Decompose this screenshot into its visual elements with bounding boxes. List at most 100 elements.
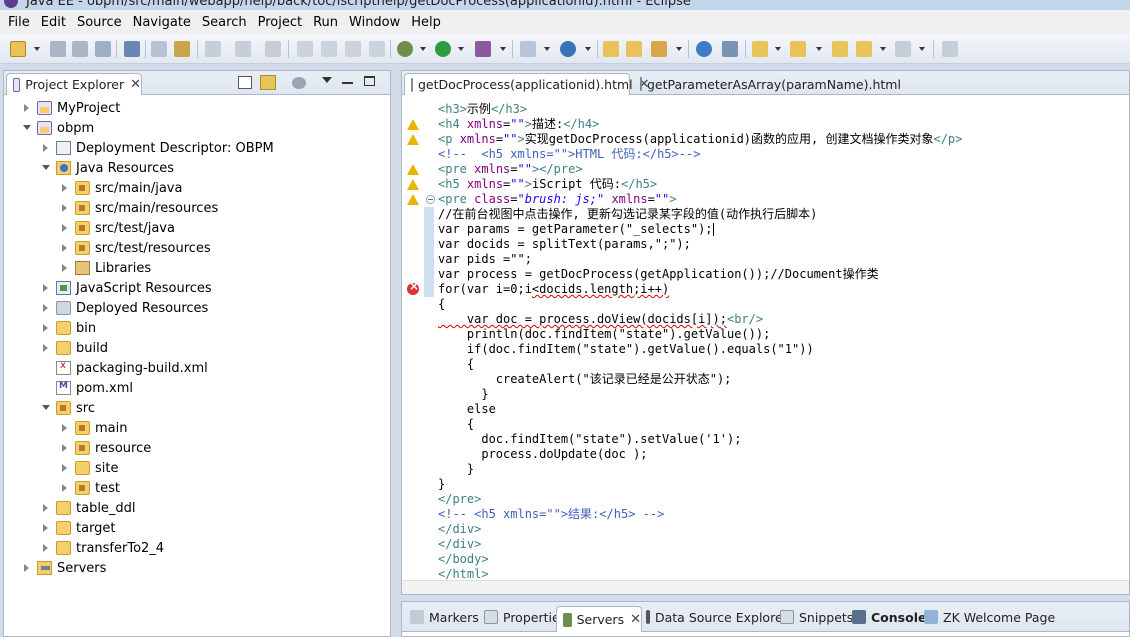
code-line[interactable]: //在前台视图中点击操作, 更新勾选记录某字段的值(动作执行后脚本)	[438, 207, 817, 222]
code-line[interactable]: process.doUpdate(doc );	[438, 447, 647, 462]
new-web-service-icon[interactable]	[560, 41, 576, 57]
code-line[interactable]: <h4 xmlns="">描述:</h4>	[438, 117, 599, 132]
search-dropdown-icon[interactable]	[676, 47, 682, 51]
resume-icon[interactable]	[297, 41, 313, 57]
collapsed-arrow-icon[interactable]	[21, 102, 33, 114]
tree-item[interactable]: obpm	[21, 118, 94, 138]
menu-file[interactable]: File	[4, 15, 37, 30]
back-icon[interactable]	[856, 41, 872, 57]
error-icon[interactable]	[407, 279, 419, 295]
tree-item[interactable]: test	[59, 478, 120, 498]
tab-zk-welcome[interactable]: ZK Welcome Page	[918, 606, 1055, 628]
code-line[interactable]: if(doc.findItem("state").getValue().equa…	[438, 342, 814, 357]
skip-breakpoints-icon[interactable]	[124, 41, 140, 57]
code-line[interactable]: <h5 xmlns="">iScript 代码:</h5>	[438, 177, 657, 192]
new-server-icon[interactable]	[520, 41, 536, 57]
tab-getdocprocess-html[interactable]: getDocProcess(applicationid).html ✕	[404, 73, 650, 95]
print-icon[interactable]	[95, 41, 111, 57]
pin-editor-icon[interactable]	[942, 41, 958, 57]
code-line[interactable]: <!-- <h5 xmlns="">结果:</h5> -->	[438, 507, 664, 522]
tree-item[interactable]: build	[40, 338, 108, 358]
code-line[interactable]: <!-- <h5 xmlns="">HTML 代码:</h5>-->	[438, 147, 700, 162]
collapsed-arrow-icon[interactable]	[59, 482, 71, 494]
tab-snippets[interactable]: Snippets	[774, 606, 853, 628]
tree-item[interactable]: transferTo2_4	[40, 538, 164, 558]
expanded-arrow-icon[interactable]	[40, 162, 52, 174]
tree-item[interactable]: JavaScript Resources	[40, 278, 212, 298]
browser-icon[interactable]	[696, 41, 712, 57]
menu-help[interactable]: Help	[407, 15, 448, 30]
code-line[interactable]: else	[438, 402, 496, 417]
tree-item[interactable]: src/main/resources	[59, 198, 218, 218]
step-icon[interactable]	[265, 41, 281, 57]
code-line[interactable]: var process = getDocProcess(getApplicati…	[438, 267, 879, 282]
filter-icon[interactable]	[292, 77, 306, 89]
code-line[interactable]: var pids ="";	[438, 252, 532, 267]
new-icon[interactable]	[10, 41, 26, 57]
warning-icon[interactable]	[407, 164, 419, 175]
open-type-icon[interactable]	[603, 41, 619, 57]
disconnect-icon[interactable]	[369, 41, 385, 57]
tab-markers[interactable]: Markers	[404, 606, 479, 628]
maximize-icon[interactable]	[364, 76, 375, 86]
run-icon[interactable]	[435, 41, 451, 57]
menu-search[interactable]: Search	[198, 15, 254, 30]
back-dropdown-icon[interactable]	[880, 47, 886, 51]
code-line[interactable]: for(var i=0;i<docids.length;i++)	[438, 282, 669, 297]
collapsed-arrow-icon[interactable]	[59, 202, 71, 214]
external-tools-icon[interactable]	[475, 41, 491, 57]
tree-item[interactable]: packaging-build.xml	[40, 358, 208, 378]
code-line[interactable]: var doc = process.doView(docids[i]);<br/…	[438, 312, 763, 327]
code-area[interactable]: <h3>示例</h3> <h4 xmlns="">描述:</h4> <p xmlns…	[438, 96, 1129, 594]
tree-item[interactable]: target	[40, 518, 116, 538]
fold-collapse-icon[interactable]	[426, 195, 435, 204]
new-server-dropdown-icon[interactable]	[544, 47, 550, 51]
tree-item[interactable]: src/test/java	[59, 218, 175, 238]
code-line[interactable]: doc.findItem("state").setValue('1');	[438, 432, 741, 447]
suspend-icon[interactable]	[321, 41, 337, 57]
warning-icon[interactable]	[407, 134, 419, 145]
collapsed-arrow-icon[interactable]	[21, 562, 33, 574]
code-line[interactable]: }	[438, 477, 445, 492]
collapsed-arrow-icon[interactable]	[40, 142, 52, 154]
tree-item[interactable]: resource	[59, 438, 151, 458]
code-line[interactable]: createAlert("该记录已经是公开状态");	[438, 372, 732, 387]
collapsed-arrow-icon[interactable]	[40, 322, 52, 334]
code-line[interactable]: }	[438, 387, 488, 402]
previous-annotation-icon[interactable]	[790, 41, 806, 57]
tab-getparameterasarray-html[interactable]: getParameterAsArray(paramName).html	[634, 73, 901, 95]
tree-item[interactable]: Libraries	[59, 258, 151, 278]
last-edit-icon[interactable]	[832, 41, 848, 57]
warning-icon[interactable]	[407, 179, 419, 190]
collapsed-arrow-icon[interactable]	[40, 542, 52, 554]
warning-icon[interactable]	[407, 194, 419, 205]
collapsed-arrow-icon[interactable]	[59, 222, 71, 234]
tab-project-explorer[interactable]: Project Explorer ✕	[6, 73, 142, 95]
forward-dropdown-icon[interactable]	[919, 47, 925, 51]
run-dropdown-icon[interactable]	[458, 47, 464, 51]
collapsed-arrow-icon[interactable]	[59, 182, 71, 194]
redo-icon[interactable]	[235, 41, 251, 57]
collapsed-arrow-icon[interactable]	[40, 302, 52, 314]
tree-item[interactable]: Java Resources	[40, 158, 174, 178]
code-line[interactable]: {	[438, 297, 445, 312]
code-line[interactable]: <p xmlns="">实现getDocProcess(applicationi…	[438, 132, 962, 147]
code-line[interactable]: {	[438, 357, 474, 372]
undo-icon[interactable]	[205, 41, 221, 57]
next-annotation-dropdown-icon[interactable]	[775, 47, 781, 51]
task-icon[interactable]	[722, 41, 738, 57]
view-menu-icon[interactable]	[322, 77, 332, 83]
tree-item[interactable]: Servers	[21, 558, 106, 578]
toggle-mark-icon[interactable]	[151, 41, 167, 57]
tab-servers[interactable]: Servers ✕	[556, 606, 642, 632]
link-with-editor-icon[interactable]	[260, 75, 276, 90]
debug-dropdown-icon[interactable]	[420, 47, 426, 51]
menu-project[interactable]: Project	[254, 15, 309, 30]
code-line[interactable]: <pre class="brush: js;" xmlns="">	[438, 192, 676, 207]
open-resource-icon[interactable]	[626, 41, 642, 57]
next-annotation-icon[interactable]	[752, 41, 768, 57]
code-line[interactable]: </body>	[438, 552, 489, 567]
tree-item[interactable]: src/test/resources	[59, 238, 211, 258]
code-line[interactable]: {	[438, 417, 474, 432]
tree-item[interactable]: pom.xml	[40, 378, 133, 398]
